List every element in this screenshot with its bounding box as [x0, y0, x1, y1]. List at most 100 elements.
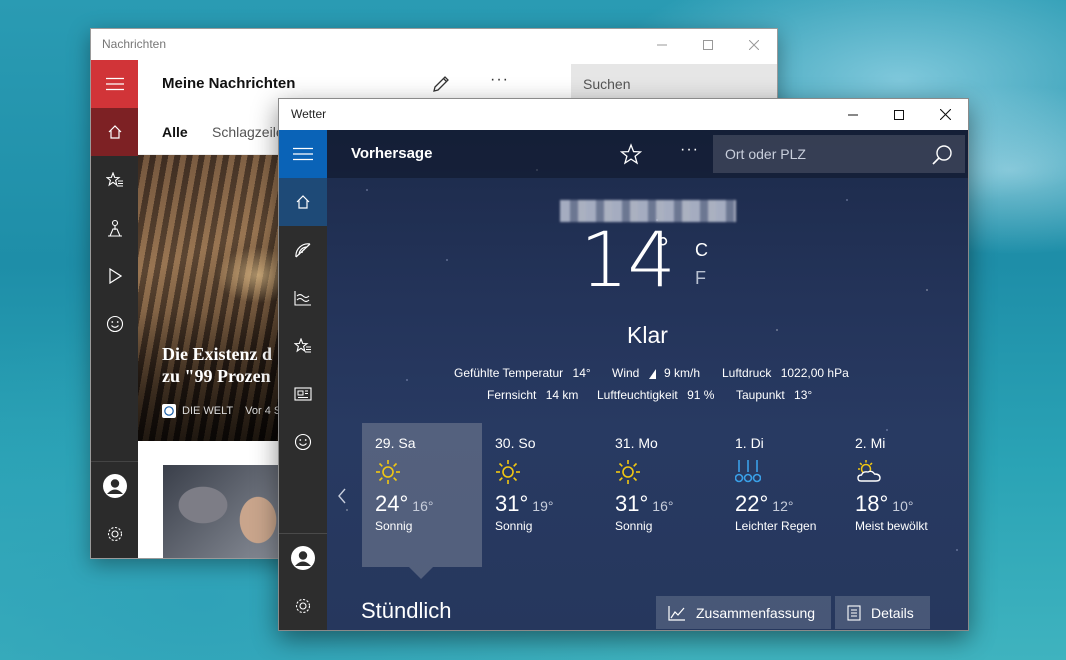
settings-gear-icon[interactable]: [91, 510, 138, 558]
daily-forecast: 29. Sa 24° 16° Sonnig 30. So 31° 19° Sonni…: [327, 423, 968, 567]
feels-like: Gefühlte Temperatur 14°: [454, 366, 591, 380]
weather-header: Vorhersage ··· Ort oder PLZ: [327, 130, 968, 178]
home-icon[interactable]: [279, 178, 327, 226]
low-temp: 16°: [412, 498, 434, 514]
more-options-button[interactable]: ···: [680, 141, 699, 159]
high-temp: 31°: [495, 491, 529, 516]
tab-alle[interactable]: Alle: [162, 124, 188, 140]
dewpoint-value: 13°: [794, 388, 813, 402]
visibility-label: Fernsicht: [487, 388, 537, 402]
forecast-day[interactable]: 2. Mi 18° 10° Meist bewölkt: [842, 423, 962, 567]
sun-icon: [375, 459, 482, 487]
day-condition: Sonnig: [615, 519, 653, 533]
close-icon[interactable]: [731, 29, 777, 60]
smiley-feedback-icon[interactable]: [91, 300, 138, 348]
location-search-input[interactable]: Ort oder PLZ: [713, 135, 965, 173]
news-titlebar[interactable]: Nachrichten: [91, 29, 777, 60]
favorites-star-icon[interactable]: [279, 322, 327, 370]
hero-article[interactable]: Die Existenz d zu "99 Prozen DIE WELT Vo…: [138, 155, 283, 441]
minimize-icon[interactable]: [830, 99, 876, 130]
hero-headline: Die Existenz d zu "99 Prozen: [162, 343, 283, 387]
unit-fahrenheit-toggle[interactable]: F: [695, 268, 706, 289]
low-temp: 10°: [892, 498, 914, 514]
forecast-day[interactable]: 1. Di 22° 12° Leichter Regen: [722, 423, 842, 567]
day-name: 30. So: [495, 435, 536, 451]
account-avatar-icon[interactable]: [91, 462, 138, 510]
sun-icon: [495, 459, 602, 487]
details-button[interactable]: Details: [835, 596, 930, 629]
rain-icon: [735, 459, 842, 487]
close-icon[interactable]: [922, 99, 968, 130]
pressure-value: 1022,00 hPa: [780, 366, 849, 380]
forecast-day[interactable]: 29. Sa 24° 16° Sonnig: [362, 423, 482, 567]
day-name: 1. Di: [735, 435, 764, 451]
humidity-label: Luftfeuchtigkeit: [597, 388, 678, 402]
sun-icon: [615, 459, 722, 487]
unit-celsius-toggle[interactable]: C: [695, 240, 708, 261]
maximize-icon[interactable]: [876, 99, 922, 130]
edit-pencil-icon[interactable]: [430, 73, 452, 95]
favorite-star-icon[interactable]: [620, 143, 642, 165]
video-play-icon[interactable]: [91, 252, 138, 300]
summary-button[interactable]: Zusammenfassung: [656, 596, 831, 629]
account-avatar-icon[interactable]: [279, 534, 327, 582]
search-placeholder: Ort oder PLZ: [725, 146, 806, 162]
settings-gear-icon[interactable]: [279, 582, 327, 630]
page-title: Vorhersage: [351, 145, 433, 162]
details-label: Details: [871, 604, 914, 621]
details-list-icon: [847, 604, 861, 621]
day-condition: Sonnig: [495, 519, 533, 533]
source-name: DIE WELT: [182, 405, 234, 417]
visibility-value: 14 km: [545, 388, 579, 402]
day-condition: Meist bewölkt: [855, 519, 928, 533]
feels-like-label: Gefühlte Temperatur: [454, 366, 564, 380]
dewpoint: Taupunkt 13°: [736, 388, 812, 402]
line-chart-icon: [668, 605, 686, 621]
weather-window: Wetter Vorhersage ··· Ort oder PLZ 14 ° …: [278, 98, 969, 631]
visibility: Fernsicht 14 km: [487, 388, 578, 402]
degree-symbol: °: [657, 232, 669, 265]
forecast-day[interactable]: 31. Mo 31° 16° Sonnig: [602, 423, 722, 567]
maximize-icon[interactable]: [685, 29, 731, 60]
wind-label: Wind: [612, 366, 640, 380]
local-news-icon[interactable]: [91, 204, 138, 252]
more-options-button[interactable]: ···: [490, 71, 509, 89]
smiley-feedback-icon[interactable]: [279, 418, 327, 466]
article-thumbnail[interactable]: [163, 465, 283, 558]
high-temp: 31°: [615, 491, 649, 516]
home-icon[interactable]: [91, 108, 138, 156]
low-temp: 19°: [532, 498, 554, 514]
humidity-value: 91 %: [687, 388, 715, 402]
search-icon[interactable]: [931, 144, 953, 166]
interests-star-icon[interactable]: [91, 156, 138, 204]
high-temp: 22°: [735, 491, 769, 516]
headline-line-2: zu "99 Prozen: [162, 366, 271, 386]
current-condition: Klar: [627, 322, 668, 348]
weather-sidebar: [279, 130, 327, 630]
historical-weather-icon[interactable]: [279, 274, 327, 322]
day-name: 31. Mo: [615, 435, 658, 451]
hero-source-line: DIE WELT Vor 4 S: [162, 404, 281, 418]
minimize-icon[interactable]: [639, 29, 685, 60]
humidity: Luftfeuchtigkeit 91 %: [597, 388, 714, 402]
hamburger-menu-icon[interactable]: [279, 130, 327, 178]
headline-line-1: Die Existenz d: [162, 344, 272, 364]
high-temp: 18°: [855, 491, 889, 516]
day-condition: Leichter Regen: [735, 519, 817, 533]
day-name: 29. Sa: [375, 435, 416, 451]
source-logo-icon: [162, 404, 176, 418]
low-temp: 12°: [772, 498, 794, 514]
low-temp: 16°: [652, 498, 674, 514]
weather-news-icon[interactable]: [279, 370, 327, 418]
dewpoint-label: Taupunkt: [736, 388, 785, 402]
forecast-day[interactable]: 30. So 31° 19° Sonnig: [482, 423, 602, 567]
search-placeholder: Suchen: [583, 76, 631, 92]
hamburger-menu-icon[interactable]: [91, 60, 138, 108]
partly-cloudy-icon: [855, 459, 962, 487]
selected-day-pointer: [409, 567, 433, 579]
news-window-title: Nachrichten: [102, 37, 167, 51]
weather-titlebar[interactable]: Wetter: [279, 99, 968, 130]
day-condition: Sonnig: [375, 519, 413, 533]
radar-map-icon[interactable]: [279, 226, 327, 274]
high-temp: 24°: [375, 491, 409, 516]
